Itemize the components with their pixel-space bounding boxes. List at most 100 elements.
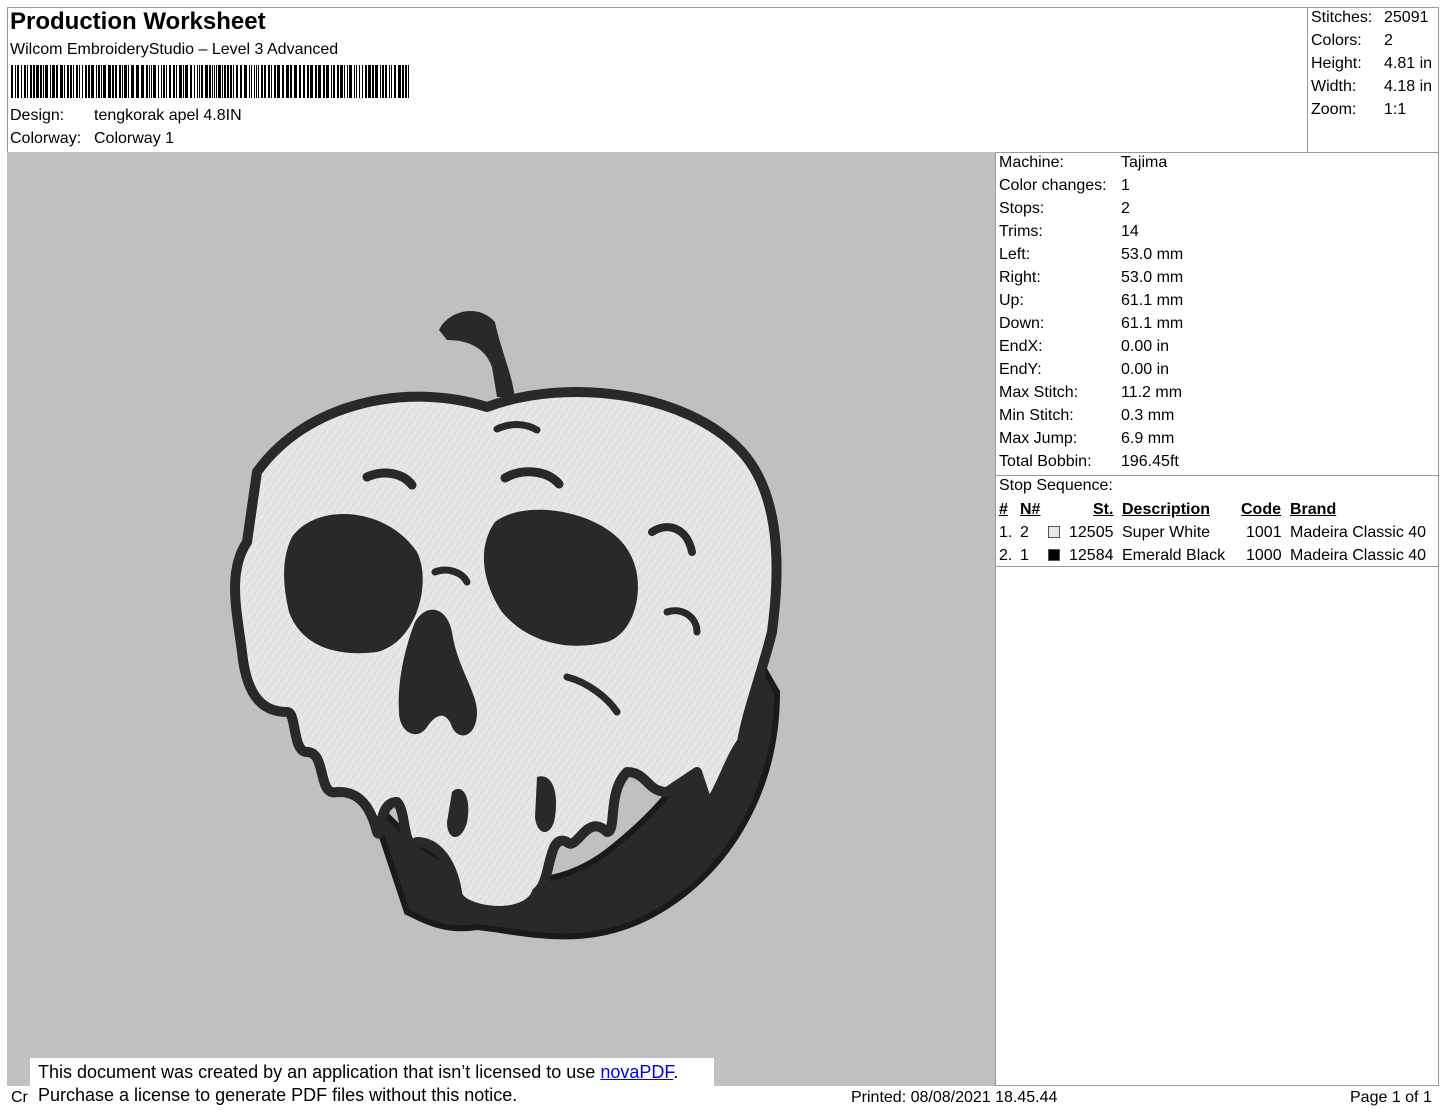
colorway-name: Colorway 1 [94, 130, 175, 147]
barcode-bar [141, 65, 144, 98]
barcode-bar [205, 65, 208, 98]
detail-value: 14 [1121, 223, 1139, 240]
barcode-bar [290, 65, 292, 98]
barcode-bar [307, 65, 309, 98]
barcode-bar [385, 65, 387, 98]
barcode-bar [24, 65, 26, 98]
detail-value: 53.0 mm [1121, 269, 1184, 286]
barcode-bar [67, 65, 69, 98]
barcode [11, 65, 409, 98]
barcode-bar [310, 65, 313, 98]
barcode-bar [349, 65, 352, 98]
barcode-bar [76, 65, 78, 98]
row-needle: 1 [1020, 547, 1029, 564]
barcode-bar [79, 65, 80, 98]
barcode-bar [244, 65, 247, 98]
barcode-bar [176, 65, 177, 98]
barcode-bar [318, 65, 321, 98]
barcode-bar [323, 65, 325, 98]
barcode-bar [197, 65, 198, 98]
summary-stitches: Stitches: [1311, 6, 1372, 29]
barcode-bar [45, 65, 48, 98]
row-stitches: 12505 [1069, 524, 1114, 541]
barcode-bar [88, 65, 90, 98]
barcode-bar [391, 65, 392, 98]
detail-label: Min Stitch: [999, 407, 1074, 424]
detail-value: 61.1 mm [1121, 292, 1184, 309]
notice-text: This document was created by an applicat… [38, 1062, 601, 1082]
novapdf-link[interactable]: novaPDF [600, 1062, 673, 1082]
barcode-bar [36, 65, 39, 98]
barcode-bar [408, 65, 409, 98]
barcode-bar [82, 65, 83, 98]
summary-label: Stitches: [1311, 9, 1373, 26]
row-description: Emerald Black [1122, 547, 1226, 564]
barcode-bar [362, 65, 363, 98]
license-notice: This document was created by an applicat… [30, 1058, 714, 1116]
barcode-bar [52, 65, 55, 98]
row-swatch-cell [1048, 521, 1060, 544]
barcode-bar [209, 65, 211, 98]
barcode-bar [274, 65, 276, 98]
col-description: Description [1122, 501, 1211, 518]
barcode-bar [394, 65, 396, 98]
barcode-bar [303, 65, 305, 98]
detail-value: 11.2 mm [1121, 384, 1183, 401]
barcode-bar [151, 65, 152, 98]
barcode-bar [115, 65, 117, 98]
row-brand: Madeira Classic 40 [1290, 547, 1427, 564]
row-num: 1. [999, 524, 1013, 541]
barcode-bar [98, 65, 100, 98]
detail-label: EndX: [999, 338, 1043, 355]
page-title: Production Worksheet [10, 8, 266, 35]
barcode-bar [50, 65, 51, 98]
summary-height: Height: [1311, 55, 1362, 72]
detail-label: Color changes: [999, 177, 1107, 194]
barcode-bar [356, 65, 357, 98]
summary-colors: Colors: [1311, 32, 1362, 49]
detail-value: 196.45ft [1121, 453, 1179, 470]
barcode-bar [212, 65, 213, 98]
barcode-bar [261, 65, 263, 98]
barcode-bar [96, 65, 97, 98]
barcode-bar [344, 65, 345, 98]
barcode-bar [85, 65, 87, 98]
barcode-bar [256, 65, 257, 98]
barcode-bar [146, 65, 148, 98]
barcode-bar [136, 65, 139, 98]
detail-label: Machine: [999, 154, 1064, 171]
barcode-bar [183, 65, 184, 98]
col-code: Code [1241, 501, 1281, 518]
row-needle: 2 [1020, 524, 1029, 541]
embroidery-design-image [230, 310, 782, 940]
colorway-label: Colorway: [10, 130, 82, 147]
barcode-bar [375, 65, 378, 98]
barcode-bar [264, 65, 266, 98]
barcode-bar [398, 65, 401, 98]
detail-label: Left: [999, 246, 1031, 263]
barcode-bar [149, 65, 150, 98]
detail-label: Down: [999, 315, 1045, 332]
detail-label: Max Jump: [999, 430, 1078, 447]
barcode-bar [294, 65, 297, 98]
barcode-bar [233, 65, 234, 98]
barcode-bar [161, 65, 162, 98]
barcode-bar [185, 65, 188, 98]
barcode-bar [249, 65, 250, 98]
barcode-bar [103, 65, 106, 98]
detail-label: Right: [999, 269, 1041, 286]
barcode-bar [368, 65, 371, 98]
detail-label: Total Bobbin: [999, 453, 1092, 470]
barcode-bar [359, 65, 360, 98]
row-code: 1000 [1246, 547, 1282, 564]
barcode-bar [271, 65, 272, 98]
barcode-bar [40, 65, 42, 98]
barcode-bar [60, 65, 63, 98]
barcode-bar [299, 65, 301, 98]
barcode-bar [124, 65, 127, 98]
detail-value: 2 [1121, 200, 1130, 217]
barcode-bar [108, 65, 111, 98]
barcode-bar [15, 65, 16, 98]
col-stitches: St. [1093, 501, 1114, 518]
detail-value: 6.9 mm [1121, 430, 1175, 447]
